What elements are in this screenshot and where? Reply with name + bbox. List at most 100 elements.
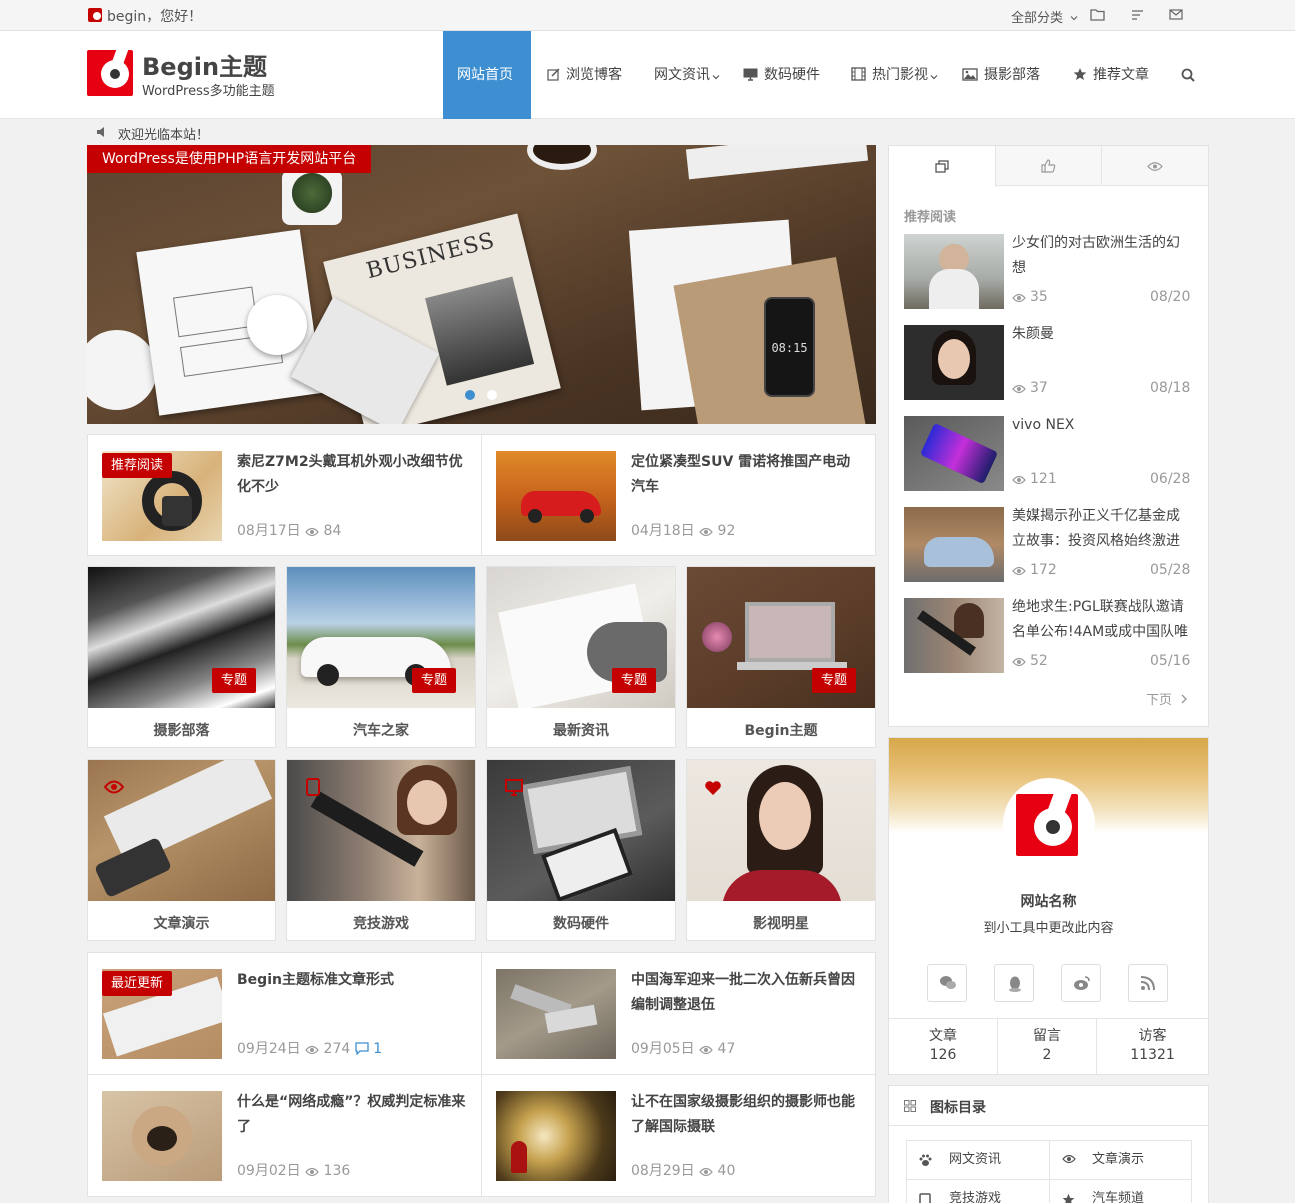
wechat-button[interactable] — [927, 964, 967, 1002]
side-title-5[interactable]: 绝地求生:PGL联赛战队邀请名单公布!4AM或成中国队唯 — [1012, 595, 1192, 645]
nav-movies[interactable]: 热门影视 — [851, 31, 938, 119]
side-title-1[interactable]: 少女们的对古欧洲生活的幻想 — [1012, 231, 1192, 281]
grid-card[interactable]: 竞技游戏 — [286, 759, 476, 941]
nav-photo[interactable]: 摄影部落 — [962, 31, 1040, 119]
star-icon — [1062, 1193, 1075, 1203]
weibo-button[interactable] — [1061, 964, 1101, 1002]
grid-card[interactable]: 文章演示 — [87, 759, 276, 941]
side-title-4[interactable]: 美媒揭示孙正义千亿基金成立故事：投资风格始终激进 — [1012, 504, 1192, 554]
tab-views[interactable] — [1102, 146, 1208, 186]
grid-card[interactable]: 专题 摄影部落 — [87, 566, 276, 748]
featured-title-1[interactable]: 索尼Z7M2头戴耳机外观小改细节优化不少 — [237, 450, 467, 500]
grid-caption: 最新资讯 — [553, 723, 609, 739]
keyboard-top — [685, 145, 869, 180]
search-icon[interactable] — [1181, 68, 1195, 82]
slider-dot[interactable] — [487, 390, 497, 400]
side-thumb-1[interactable] — [904, 234, 1004, 309]
mail-icon[interactable] — [1169, 9, 1183, 20]
nav-home[interactable]: 网站首页 — [457, 31, 513, 119]
tab-recommend[interactable] — [889, 146, 996, 187]
rss-button[interactable] — [1128, 964, 1168, 1002]
nav-blog[interactable]: 浏览博客 — [547, 31, 622, 119]
qq-icon — [1009, 976, 1021, 992]
stats-bar: 文章 126 留言 2 访客 11321 — [889, 1018, 1208, 1075]
greeting-text: begin，您好！ — [107, 9, 203, 25]
side-title-3[interactable]: vivo NEX — [1012, 413, 1192, 438]
latest-title-3[interactable]: 什么是“网络成瘾”？权威判定标准来了 — [237, 1090, 467, 1140]
notice-text: 欢迎光临本站！ — [118, 128, 210, 143]
directory-item-cars[interactable]: 汽车频道 — [1050, 1180, 1192, 1203]
side-title-2[interactable]: 朱颜曼 — [1012, 322, 1192, 347]
grid-card[interactable]: 专题 汽车之家 — [286, 566, 476, 748]
weibo-icon — [1074, 976, 1090, 990]
side-views-4: 172 — [1030, 562, 1057, 578]
directory-grid: 网文资讯 文章演示 竞技游戏 汽车频道 — [906, 1140, 1192, 1203]
side-thumb-3[interactable] — [904, 416, 1004, 491]
grid-card[interactable]: 专题 最新资讯 — [486, 566, 676, 748]
nav-recommend[interactable]: 推荐文章 — [1073, 31, 1149, 119]
recommend-tag[interactable]: 推荐阅读 — [102, 453, 173, 478]
latest-title-4[interactable]: 让不在国家级摄影组织的摄影师也能了解国际摄联 — [631, 1090, 861, 1140]
eye-icon — [1012, 657, 1026, 667]
grid-caption: Begin主题 — [744, 723, 818, 739]
directory-title: 图标目录 — [930, 1100, 986, 1116]
special-tag: 专题 — [812, 668, 857, 693]
slider-dot-active[interactable] — [465, 390, 475, 400]
monitor-icon — [743, 68, 758, 81]
grid-caption: 文章演示 — [153, 916, 210, 932]
eye-icon — [699, 1167, 713, 1177]
latest-title-1[interactable]: Begin主题标准文章形式 — [237, 968, 467, 993]
menu-lines-icon[interactable] — [1131, 9, 1144, 21]
forest-thumbnail[interactable] — [496, 1091, 616, 1181]
directory-item-news[interactable]: 网文资讯 — [907, 1141, 1049, 1179]
grid-card[interactable]: 专题 Begin主题 — [686, 566, 876, 748]
slider-caption[interactable]: WordPress是使用PHP语言开发网站平台 — [87, 145, 372, 173]
grid-caption: 影视明星 — [753, 916, 809, 932]
grid-caption: 汽车之家 — [353, 723, 409, 739]
eye-icon — [1012, 566, 1026, 576]
paw-icon — [919, 1154, 932, 1166]
folder-icon[interactable] — [1090, 8, 1105, 21]
nav-news[interactable]: 网文资讯 — [654, 31, 720, 119]
special-tag: 专题 — [412, 668, 457, 693]
side-thumb-5[interactable] — [904, 598, 1004, 673]
car-autumn-thumbnail[interactable] — [496, 451, 616, 541]
tab-likes[interactable] — [996, 146, 1102, 186]
nav-digital[interactable]: 数码硬件 — [743, 31, 820, 119]
qq-button[interactable] — [994, 964, 1034, 1002]
wechat-icon — [940, 976, 956, 989]
latest-meta-3: 09月02日 136 — [237, 1163, 351, 1179]
site-tagline: WordPress多功能主题 — [142, 84, 275, 99]
gear-thumbnail[interactable] — [496, 969, 616, 1059]
side-thumb-2[interactable] — [904, 325, 1004, 400]
hero-slider[interactable]: BUSINESS 08:15 WordPress是使用PHP语言开发网站平台 — [87, 145, 876, 424]
directory-item-demo[interactable]: 文章演示 — [1050, 1141, 1192, 1179]
latest-meta-1: 09月24日 274 1 — [237, 1041, 383, 1057]
pug-thumbnail[interactable] — [102, 1091, 222, 1181]
tablet-icon — [919, 1193, 931, 1203]
small-cup — [247, 295, 307, 355]
grid-caption: 数码硬件 — [553, 916, 609, 932]
latest-title-2[interactable]: 中国海军迎来一批二次入伍新兵曾因编制调整退伍 — [631, 968, 861, 1018]
side-date-1: 08/20 — [1150, 289, 1191, 305]
featured-divider — [481, 435, 482, 555]
featured-meta-2: 04月18日 92 — [631, 523, 736, 539]
star-icon — [1073, 68, 1087, 80]
directory-item-games[interactable]: 竞技游戏 — [907, 1180, 1049, 1203]
eye-icon — [1012, 293, 1026, 303]
next-page-link[interactable]: 下页 — [1146, 689, 1188, 708]
all-categories-menu[interactable]: 全部分类 — [1011, 7, 1078, 26]
side-thumb-4[interactable] — [904, 507, 1004, 582]
featured-title-2[interactable]: 定位紧凑型SUV 雷诺将推国产电动汽车 — [631, 450, 861, 500]
grid-card[interactable]: 数码硬件 — [486, 759, 676, 941]
side-views-5: 52 — [1030, 653, 1048, 669]
side-date-3: 06/28 — [1150, 471, 1191, 487]
site-logo-icon[interactable] — [87, 50, 133, 96]
grid-caption: 竞技游戏 — [353, 916, 409, 932]
special-tag: 专题 — [612, 668, 657, 693]
latest-tag[interactable]: 最近更新 — [102, 971, 173, 996]
grid-card[interactable]: 影视明星 — [686, 759, 876, 941]
eye-icon — [1062, 1154, 1076, 1164]
site-name[interactable]: Begin主题 — [142, 47, 267, 82]
small-logo-icon — [88, 8, 102, 22]
